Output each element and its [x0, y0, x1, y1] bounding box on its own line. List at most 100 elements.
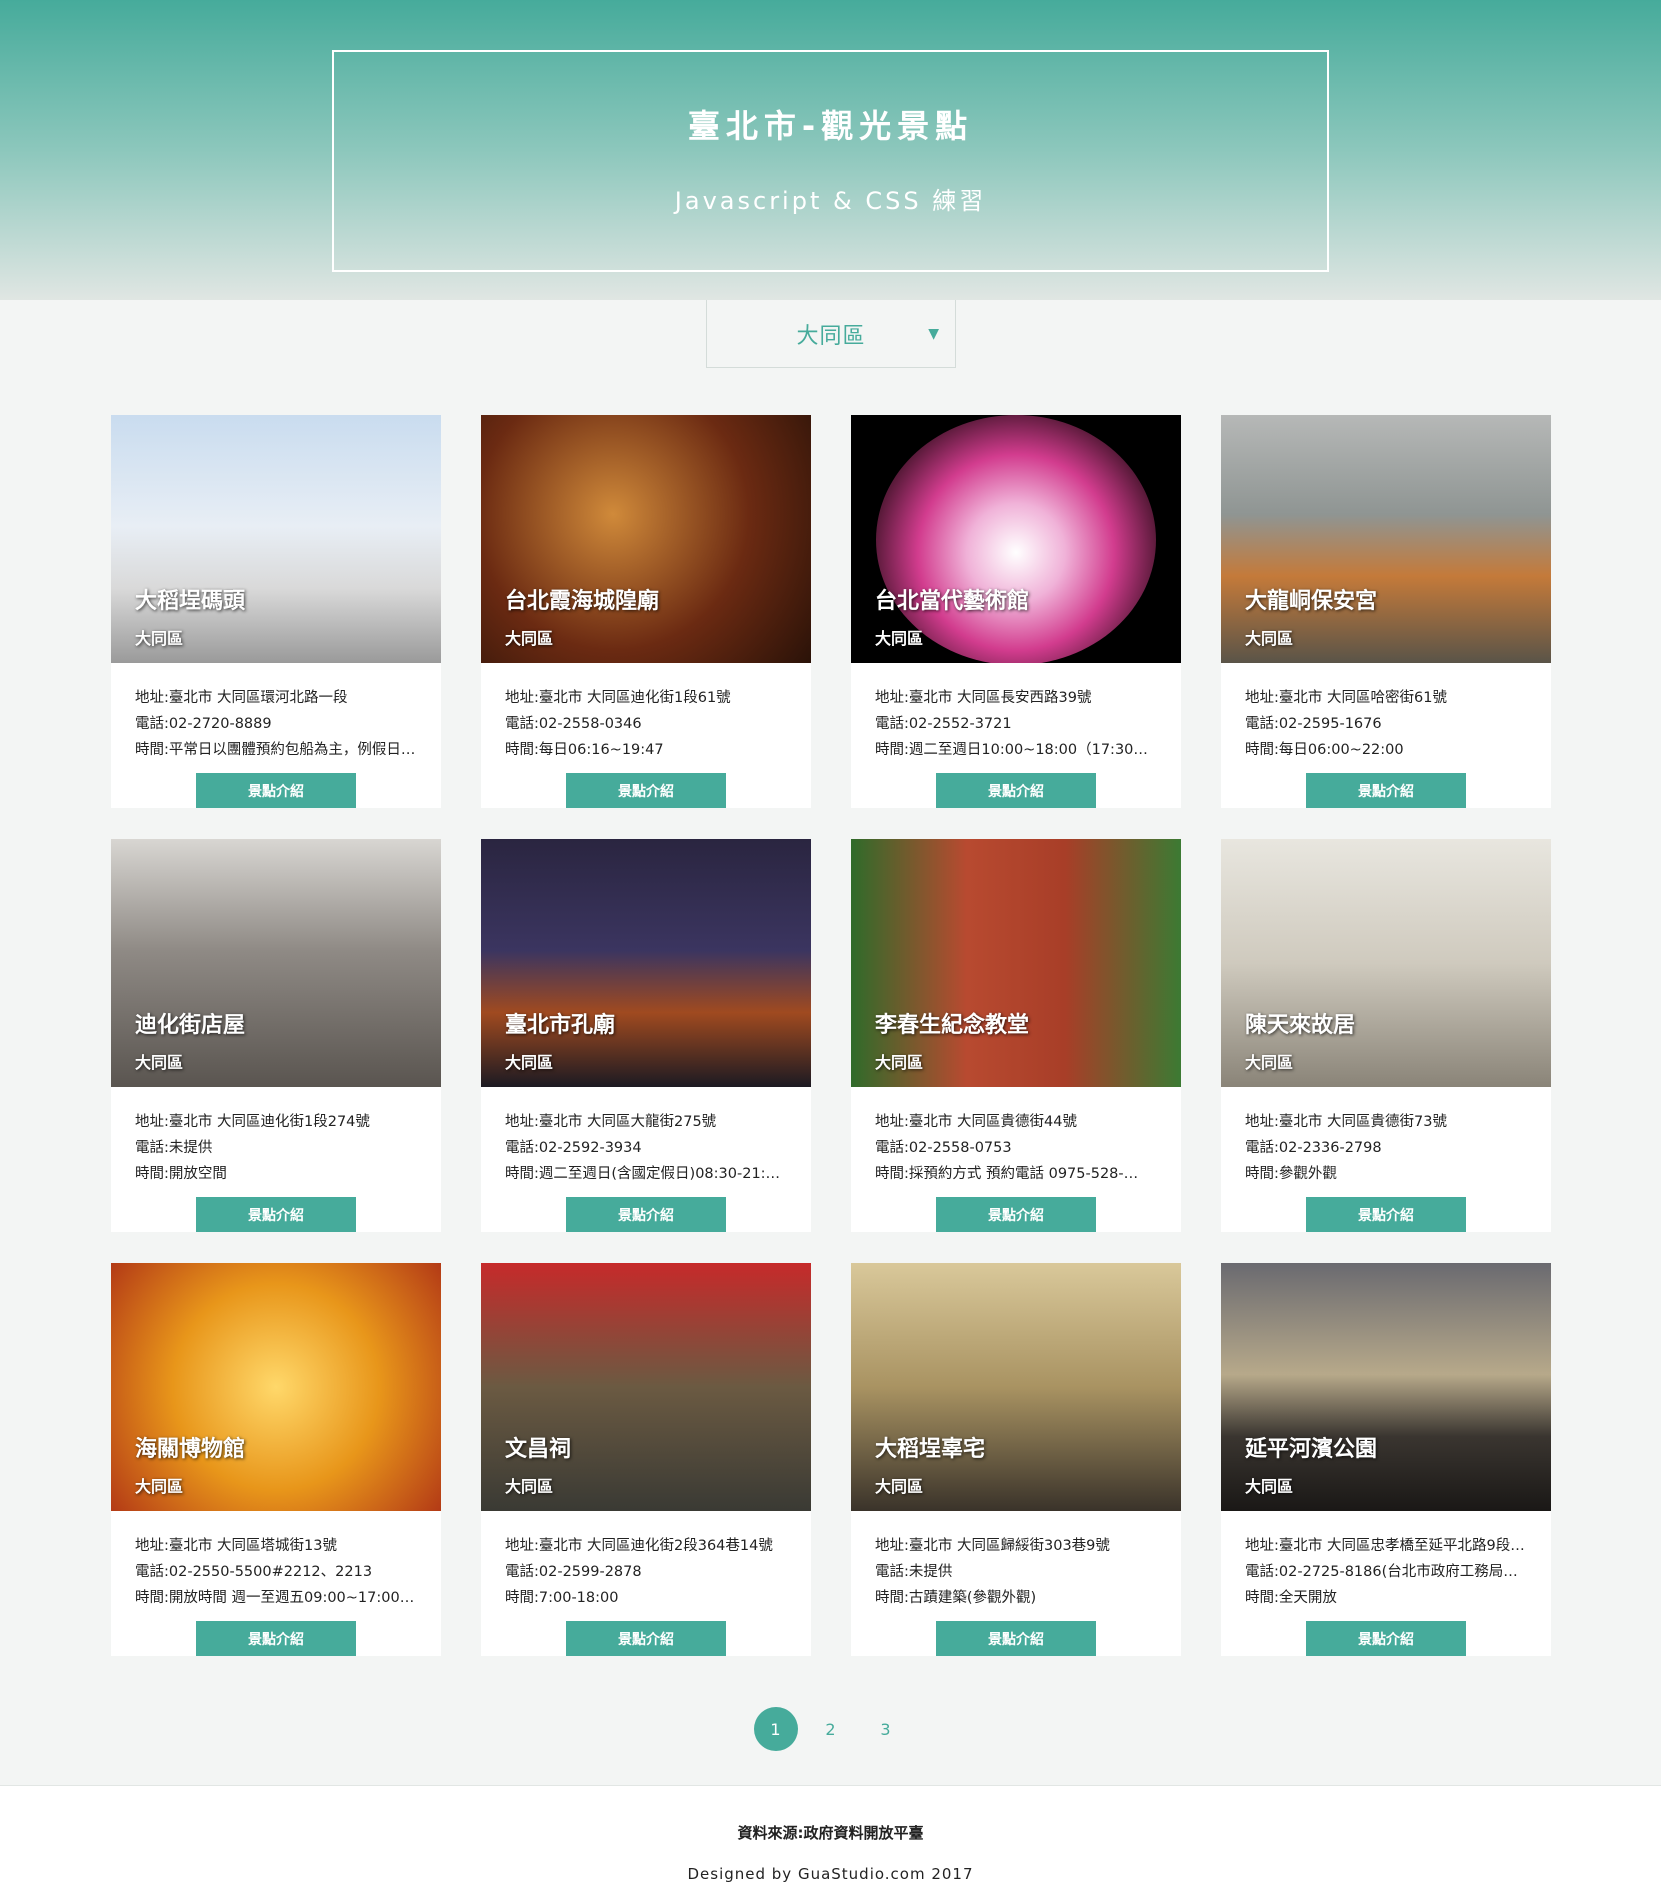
attraction-photo: 迪化街店屋 大同區	[111, 839, 441, 1088]
attraction-intro-button[interactable]: 景點介紹	[1306, 1621, 1466, 1656]
attraction-card: 迪化街店屋 大同區 地址:臺北市 大同區迪化街1段274號 電話:未提供 時間:…	[111, 839, 441, 1232]
attraction-card: 臺北市孔廟 大同區 地址:臺北市 大同區大龍街275號 電話:02-2592-3…	[481, 839, 811, 1232]
attraction-intro-button[interactable]: 景點介紹	[196, 773, 356, 808]
attraction-district: 大同區	[505, 629, 554, 649]
attraction-phone: 電話:未提供	[875, 1564, 953, 1581]
attraction-name: 台北當代藝術館	[875, 589, 1030, 615]
attraction-district: 大同區	[135, 1053, 184, 1073]
attraction-hours: 時間:古蹟建築(參觀外觀)	[875, 1590, 1037, 1607]
attraction-info: 地址:臺北市 大同區長安西路39號 電話:02-2552-3721 時間:週二至…	[851, 663, 1181, 763]
attraction-photo: 延平河濱公園 大同區	[1221, 1263, 1551, 1512]
page-header: 臺北市-觀光景點 Javascript & CSS 練習	[0, 0, 1661, 300]
attraction-info: 地址:臺北市 大同區迪化街1段61號 電話:02-2558-0346 時間:每日…	[481, 663, 811, 763]
attraction-card: 延平河濱公園 大同區 地址:臺北市 大同區忠孝橋至延平北路9段… 電話:02-2…	[1221, 1263, 1551, 1656]
attraction-district: 大同區	[1245, 1477, 1294, 1497]
attraction-intro-button[interactable]: 景點介紹	[566, 1197, 726, 1232]
attraction-info: 地址:臺北市 大同區貴德街73號 電話:02-2336-2798 時間:參觀外觀	[1221, 1087, 1551, 1187]
attraction-card: 台北霞海城隍廟 大同區 地址:臺北市 大同區迪化街1段61號 電話:02-255…	[481, 415, 811, 808]
attraction-address: 地址:臺北市 大同區貴德街44號	[875, 1114, 1077, 1131]
attraction-phone: 電話:02-2552-3721	[875, 716, 1012, 733]
attraction-info: 地址:臺北市 大同區環河北路一段 電話:02-2720-8889 時間:平常日以…	[111, 663, 441, 763]
attraction-phone: 電話:未提供	[135, 1140, 213, 1157]
attraction-card: 文昌祠 大同區 地址:臺北市 大同區迪化街2段364巷14號 電話:02-259…	[481, 1263, 811, 1656]
attraction-photo: 大稻埕碼頭 大同區	[111, 415, 441, 664]
attraction-address: 地址:臺北市 大同區哈密街61號	[1245, 690, 1447, 707]
attraction-photo: 臺北市孔廟 大同區	[481, 839, 811, 1088]
page-footer: 資料來源:政府資料開放平臺 Designed by GuaStudio.com …	[0, 1785, 1661, 1895]
attraction-name: 迪化街店屋	[135, 1013, 246, 1039]
attraction-hours: 時間:週二至週日(含國定假日)08:30-21:…	[505, 1166, 781, 1183]
attraction-info: 地址:臺北市 大同區大龍街275號 電話:02-2592-3934 時間:週二至…	[481, 1087, 811, 1187]
attraction-name: 大稻埕辜宅	[875, 1437, 986, 1463]
attraction-phone: 電話:02-2592-3934	[505, 1140, 642, 1157]
attraction-info: 地址:臺北市 大同區迪化街1段274號 電話:未提供 時間:開放空間	[111, 1087, 441, 1187]
attraction-hours: 時間:每日06:16~19:47	[505, 742, 664, 759]
attraction-intro-button[interactable]: 景點介紹	[1306, 1197, 1466, 1232]
page-subtitle: Javascript & CSS 練習	[674, 186, 987, 215]
attraction-address: 地址:臺北市 大同區大龍街275號	[505, 1114, 717, 1131]
attraction-grid: 大稻埕碼頭 大同區 地址:臺北市 大同區環河北路一段 電話:02-2720-88…	[111, 415, 1551, 1656]
attraction-name: 延平河濱公園	[1245, 1437, 1378, 1463]
attraction-name: 台北霞海城隍廟	[505, 589, 660, 615]
page-button-3[interactable]: 3	[864, 1707, 908, 1751]
attraction-phone: 電話:02-2336-2798	[1245, 1140, 1382, 1157]
attraction-phone: 電話:02-2558-0753	[875, 1140, 1012, 1157]
attraction-name: 臺北市孔廟	[505, 1013, 616, 1039]
attraction-hours: 時間:平常日以團體預約包船為主，例假日…	[135, 742, 416, 759]
designer-credit: Designed by GuaStudio.com 2017	[687, 1865, 974, 1883]
header-title-box: 臺北市-觀光景點 Javascript & CSS 練習	[332, 50, 1329, 272]
attraction-address: 地址:臺北市 大同區長安西路39號	[875, 690, 1092, 707]
attraction-intro-button[interactable]: 景點介紹	[936, 1197, 1096, 1232]
attraction-intro-button[interactable]: 景點介紹	[936, 773, 1096, 808]
data-source-text: 資料來源:政府資料開放平臺	[737, 1824, 924, 1842]
attraction-hours: 時間:每日06:00~22:00	[1245, 742, 1404, 759]
attraction-card: 大稻埕碼頭 大同區 地址:臺北市 大同區環河北路一段 電話:02-2720-88…	[111, 415, 441, 808]
attraction-name: 文昌祠	[505, 1437, 572, 1463]
attraction-intro-button[interactable]: 景點介紹	[566, 1621, 726, 1656]
attraction-intro-button[interactable]: 景點介紹	[196, 1197, 356, 1232]
attraction-district: 大同區	[875, 629, 924, 649]
attraction-intro-button[interactable]: 景點介紹	[1306, 773, 1466, 808]
district-select[interactable]: 大同區 ▼	[706, 300, 956, 368]
attraction-phone: 電話:02-2550-5500#2212、2213	[135, 1564, 373, 1581]
attraction-name: 陳天來故居	[1245, 1013, 1356, 1039]
attraction-photo: 大稻埕辜宅 大同區	[851, 1263, 1181, 1512]
district-select-value: 大同區	[796, 323, 866, 349]
attraction-phone: 電話:02-2599-2878	[505, 1564, 642, 1581]
attraction-address: 地址:臺北市 大同區迪化街2段364巷14號	[505, 1538, 773, 1555]
attraction-card: 海關博物館 大同區 地址:臺北市 大同區塔城街13號 電話:02-2550-55…	[111, 1263, 441, 1656]
attraction-name: 大龍峒保安宮	[1245, 589, 1378, 615]
pagination: 1 2 3	[0, 1707, 1661, 1751]
attraction-address: 地址:臺北市 大同區迪化街1段61號	[505, 690, 731, 707]
attraction-intro-button[interactable]: 景點介紹	[566, 773, 726, 808]
attraction-address: 地址:臺北市 大同區歸綏街303巷9號	[875, 1538, 1110, 1555]
attraction-district: 大同區	[135, 629, 184, 649]
attraction-card: 陳天來故居 大同區 地址:臺北市 大同區貴德街73號 電話:02-2336-27…	[1221, 839, 1551, 1232]
attraction-photo: 台北當代藝術館 大同區	[851, 415, 1181, 664]
attraction-name: 大稻埕碼頭	[135, 589, 246, 615]
page-button-1[interactable]: 1	[753, 1707, 798, 1751]
attraction-info: 地址:臺北市 大同區迪化街2段364巷14號 電話:02-2599-2878 時…	[481, 1511, 811, 1611]
chevron-down-icon: ▼	[928, 326, 939, 342]
attraction-photo: 文昌祠 大同區	[481, 1263, 811, 1512]
attraction-info: 地址:臺北市 大同區哈密街61號 電話:02-2595-1676 時間:每日06…	[1221, 663, 1551, 763]
attraction-photo: 海關博物館 大同區	[111, 1263, 441, 1512]
page-button-2[interactable]: 2	[809, 1707, 853, 1751]
attraction-intro-button[interactable]: 景點介紹	[196, 1621, 356, 1656]
attraction-phone: 電話:02-2558-0346	[505, 716, 642, 733]
attraction-hours: 時間:參觀外觀	[1245, 1166, 1337, 1183]
attraction-info: 地址:臺北市 大同區塔城街13號 電話:02-2550-5500#2212、22…	[111, 1511, 441, 1611]
page-title: 臺北市-觀光景點	[687, 106, 974, 145]
attraction-district: 大同區	[875, 1477, 924, 1497]
attraction-district: 大同區	[1245, 629, 1294, 649]
attraction-address: 地址:臺北市 大同區忠孝橋至延平北路9段…	[1245, 1538, 1525, 1555]
attraction-name: 海關博物館	[135, 1437, 246, 1463]
attraction-phone: 電話:02-2725-8186(台北市政府工務局…	[1245, 1564, 1518, 1581]
attraction-info: 地址:臺北市 大同區貴德街44號 電話:02-2558-0753 時間:採預約方…	[851, 1087, 1181, 1187]
attraction-card: 台北當代藝術館 大同區 地址:臺北市 大同區長安西路39號 電話:02-2552…	[851, 415, 1181, 808]
attraction-intro-button[interactable]: 景點介紹	[936, 1621, 1096, 1656]
attraction-address: 地址:臺北市 大同區貴德街73號	[1245, 1114, 1447, 1131]
attraction-district: 大同區	[875, 1053, 924, 1073]
attraction-photo: 大龍峒保安宮 大同區	[1221, 415, 1551, 664]
attraction-district: 大同區	[1245, 1053, 1294, 1073]
